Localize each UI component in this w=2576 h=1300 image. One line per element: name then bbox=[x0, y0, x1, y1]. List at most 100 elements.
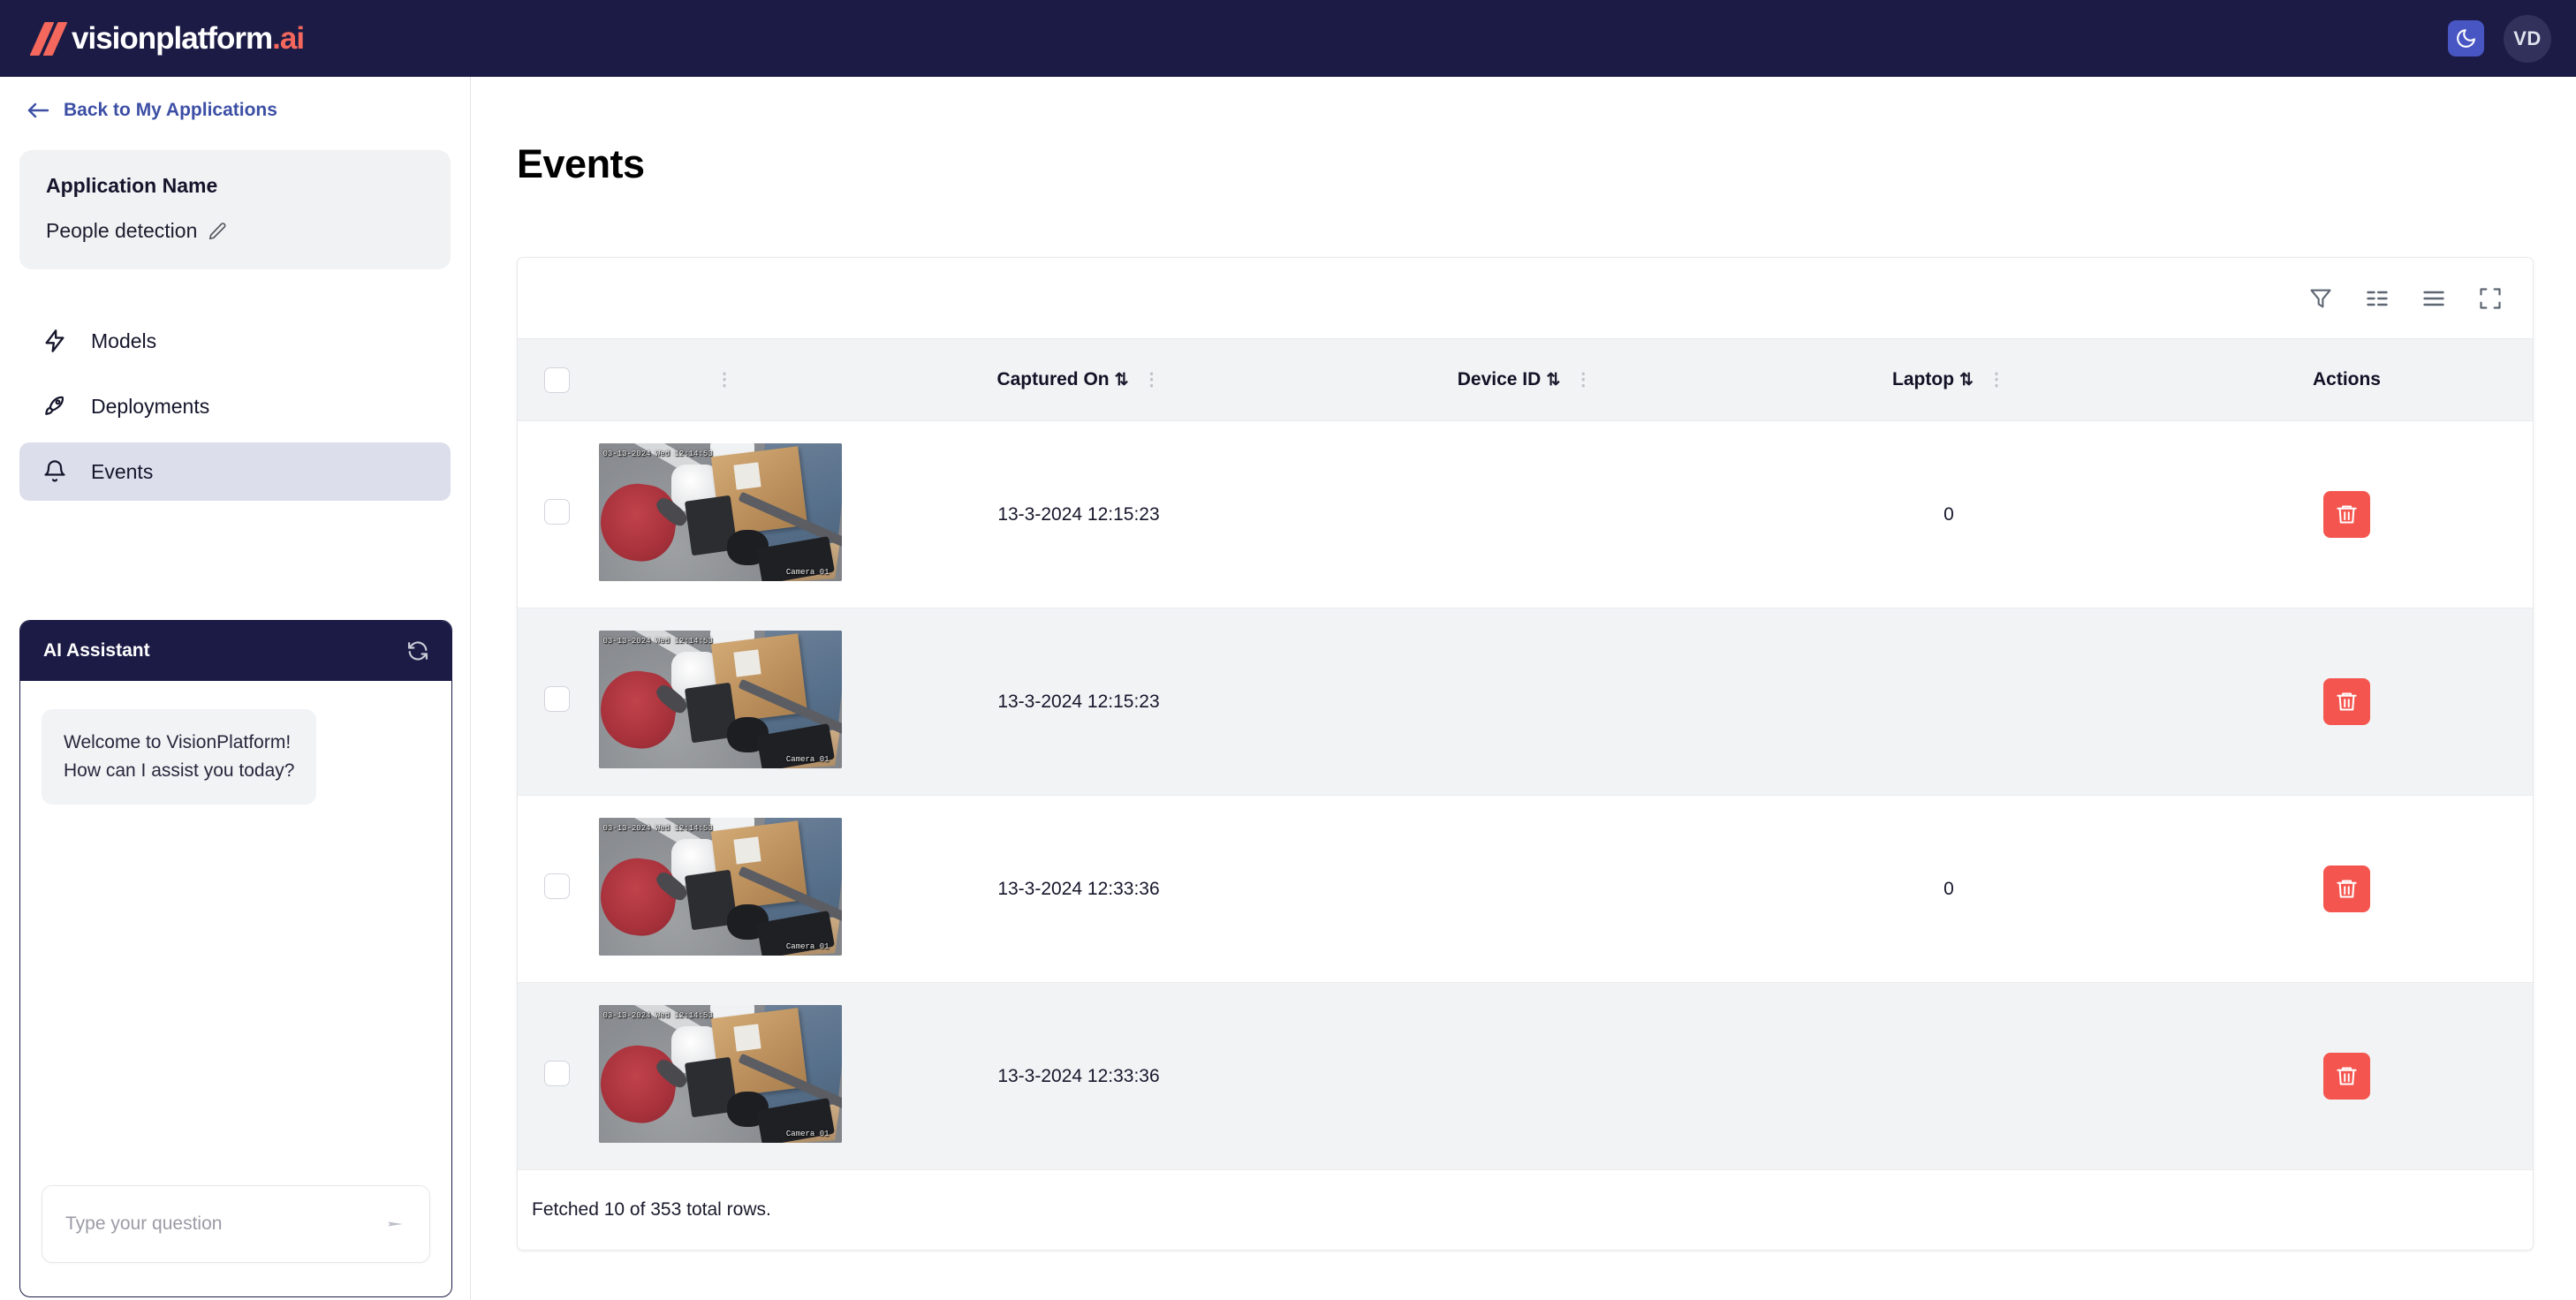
select-all-checkbox[interactable] bbox=[544, 367, 570, 393]
row-checkbox[interactable] bbox=[544, 1061, 570, 1086]
delete-row-button[interactable] bbox=[2323, 491, 2370, 538]
assistant-message-bubble: Welcome to VisionPlatform! How can I ass… bbox=[42, 709, 316, 805]
user-avatar[interactable]: VD bbox=[2504, 15, 2551, 63]
thumbnail-camera-label: Camera 01 bbox=[786, 755, 830, 764]
brand-suffix: .ai bbox=[272, 21, 304, 56]
send-icon[interactable] bbox=[375, 1213, 410, 1235]
row-actions-cell bbox=[2161, 608, 2533, 796]
row-checkbox[interactable] bbox=[544, 686, 570, 712]
header-laptop: Laptop ⇅ ⋮ bbox=[1737, 339, 2161, 421]
filter-icon[interactable] bbox=[2306, 283, 2336, 314]
row-captured-on: 13-3-2024 12:33:36 bbox=[845, 796, 1313, 983]
row-thumbnail-cell: 03-13-2024 Wed 12:14:53 Camera 01 bbox=[595, 983, 845, 1170]
row-laptop bbox=[1737, 608, 2161, 796]
back-link-label: Back to My Applications bbox=[64, 100, 277, 121]
table-row[interactable]: 03-13-2024 Wed 12:14:53 Camera 01 13-3-2… bbox=[518, 983, 2533, 1170]
table-header-row: ⋮ Captured On ⇅ ⋮ Device ID ⇅ bbox=[518, 339, 2533, 421]
sidebar-item-label-models: Models bbox=[91, 329, 156, 353]
thumbnail-camera-label: Camera 01 bbox=[786, 942, 830, 951]
sidebar-item-label-deployments: Deployments bbox=[91, 395, 209, 419]
header-select-all bbox=[518, 339, 595, 421]
bell-icon bbox=[42, 458, 68, 485]
row-device-id bbox=[1313, 796, 1737, 983]
row-device-id bbox=[1313, 421, 1737, 608]
fullscreen-icon[interactable] bbox=[2475, 283, 2505, 314]
row-select-cell bbox=[518, 796, 595, 983]
header-label-device-id: Device ID bbox=[1458, 369, 1542, 390]
application-name-label: Application Name bbox=[46, 174, 424, 198]
sidebar-item-models[interactable]: Models bbox=[19, 312, 451, 370]
sort-toggle-device-id[interactable]: ⇅ bbox=[1546, 370, 1560, 390]
brand-wordmark: visionplatform.ai bbox=[72, 21, 304, 57]
events-table: ⋮ Captured On ⇅ ⋮ Device ID ⇅ bbox=[518, 338, 2533, 1170]
sidebar-item-label-events: Events bbox=[91, 460, 153, 484]
application-name-value-row: People detection bbox=[46, 219, 424, 243]
page-title: Events bbox=[471, 77, 2576, 187]
logo-mark-icon bbox=[27, 21, 67, 57]
ai-assistant-panel: AI Assistant Welcome to VisionPlatform! … bbox=[19, 620, 452, 1297]
trash-icon bbox=[2335, 690, 2359, 714]
sort-toggle-captured-on[interactable]: ⇅ bbox=[1115, 370, 1129, 390]
table-row[interactable]: 03-13-2024 Wed 12:14:53 Camera 01 13-3-2… bbox=[518, 796, 2533, 983]
header-device-id: Device ID ⇅ ⋮ bbox=[1313, 339, 1737, 421]
row-actions-cell bbox=[2161, 421, 2533, 608]
event-thumbnail[interactable]: 03-13-2024 Wed 12:14:53 Camera 01 bbox=[599, 818, 842, 956]
row-device-id bbox=[1313, 983, 1737, 1170]
row-laptop: 0 bbox=[1737, 796, 2161, 983]
row-actions-cell bbox=[2161, 983, 2533, 1170]
chat-input-container[interactable] bbox=[42, 1185, 430, 1263]
column-menu-device-id[interactable]: ⋮ bbox=[1574, 374, 1592, 387]
header-actions: Actions bbox=[2161, 339, 2533, 421]
header-label-actions: Actions bbox=[2313, 369, 2381, 390]
header-label-captured-on: Captured On bbox=[996, 369, 1109, 390]
table-row[interactable]: 03-13-2024 Wed 12:14:53 Camera 01 13-3-2… bbox=[518, 421, 2533, 608]
sort-toggle-laptop[interactable]: ⇅ bbox=[1959, 370, 1974, 390]
refresh-icon[interactable] bbox=[405, 639, 430, 663]
row-checkbox[interactable] bbox=[544, 873, 570, 899]
row-captured-on: 13-3-2024 12:15:23 bbox=[845, 421, 1313, 608]
row-thumbnail-cell: 03-13-2024 Wed 12:14:53 Camera 01 bbox=[595, 608, 845, 796]
delete-row-button[interactable] bbox=[2323, 1053, 2370, 1100]
chat-question-input[interactable] bbox=[65, 1213, 375, 1235]
table-footer: Fetched 10 of 353 total rows. bbox=[518, 1170, 2533, 1250]
trash-icon bbox=[2335, 877, 2359, 901]
table-row[interactable]: 03-13-2024 Wed 12:14:53 Camera 01 13-3-2… bbox=[518, 608, 2533, 796]
application-name-card: Application Name People detection bbox=[19, 150, 451, 269]
lightning-bolt-icon bbox=[42, 328, 68, 354]
trash-icon bbox=[2335, 1064, 2359, 1088]
theme-toggle-button[interactable] bbox=[2448, 20, 2484, 57]
header-thumbnail: ⋮ bbox=[595, 339, 845, 421]
sidebar-item-events[interactable]: Events bbox=[19, 442, 451, 501]
column-menu-thumbnail[interactable]: ⋮ bbox=[716, 374, 733, 387]
delete-row-button[interactable] bbox=[2323, 678, 2370, 725]
row-actions-cell bbox=[2161, 796, 2533, 983]
thumbnail-timestamp: 03-13-2024 Wed 12:14:53 bbox=[603, 1011, 713, 1020]
header-label-laptop: Laptop bbox=[1892, 369, 1954, 390]
delete-row-button[interactable] bbox=[2323, 865, 2370, 912]
row-select-cell bbox=[518, 608, 595, 796]
assistant-message-line-1: Welcome to VisionPlatform! bbox=[64, 729, 294, 757]
table-body: 03-13-2024 Wed 12:14:53 Camera 01 13-3-2… bbox=[518, 421, 2533, 1170]
event-thumbnail[interactable]: 03-13-2024 Wed 12:14:53 Camera 01 bbox=[599, 631, 842, 768]
table-header: ⋮ Captured On ⇅ ⋮ Device ID ⇅ bbox=[518, 339, 2533, 421]
columns-icon[interactable] bbox=[2362, 283, 2392, 314]
back-to-my-applications-link[interactable]: Back to My Applications bbox=[0, 77, 470, 121]
pencil-icon[interactable] bbox=[208, 222, 227, 241]
event-thumbnail[interactable]: 03-13-2024 Wed 12:14:53 Camera 01 bbox=[599, 443, 842, 581]
event-thumbnail[interactable]: 03-13-2024 Wed 12:14:53 Camera 01 bbox=[599, 1005, 842, 1143]
density-icon[interactable] bbox=[2419, 283, 2449, 314]
row-checkbox[interactable] bbox=[544, 499, 570, 525]
events-table-card: ⋮ Captured On ⇅ ⋮ Device ID ⇅ bbox=[517, 257, 2534, 1251]
ai-assistant-header: AI Assistant bbox=[20, 621, 451, 681]
fetched-rows-status: Fetched 10 of 353 total rows. bbox=[532, 1199, 771, 1221]
brand-logo[interactable]: visionplatform.ai bbox=[27, 21, 304, 57]
sidebar: Back to My Applications Application Name… bbox=[0, 77, 471, 1300]
thumbnail-timestamp: 03-13-2024 Wed 12:14:53 bbox=[603, 450, 713, 458]
sidebar-item-deployments[interactable]: Deployments bbox=[19, 377, 451, 435]
row-thumbnail-cell: 03-13-2024 Wed 12:14:53 Camera 01 bbox=[595, 796, 845, 983]
thumbnail-timestamp: 03-13-2024 Wed 12:14:53 bbox=[603, 637, 713, 646]
column-menu-laptop[interactable]: ⋮ bbox=[1988, 374, 2005, 387]
sidebar-navigation: Models Deployments Events bbox=[0, 312, 470, 501]
ai-assistant-input-area bbox=[20, 1185, 451, 1296]
column-menu-captured-on[interactable]: ⋮ bbox=[1143, 374, 1161, 387]
